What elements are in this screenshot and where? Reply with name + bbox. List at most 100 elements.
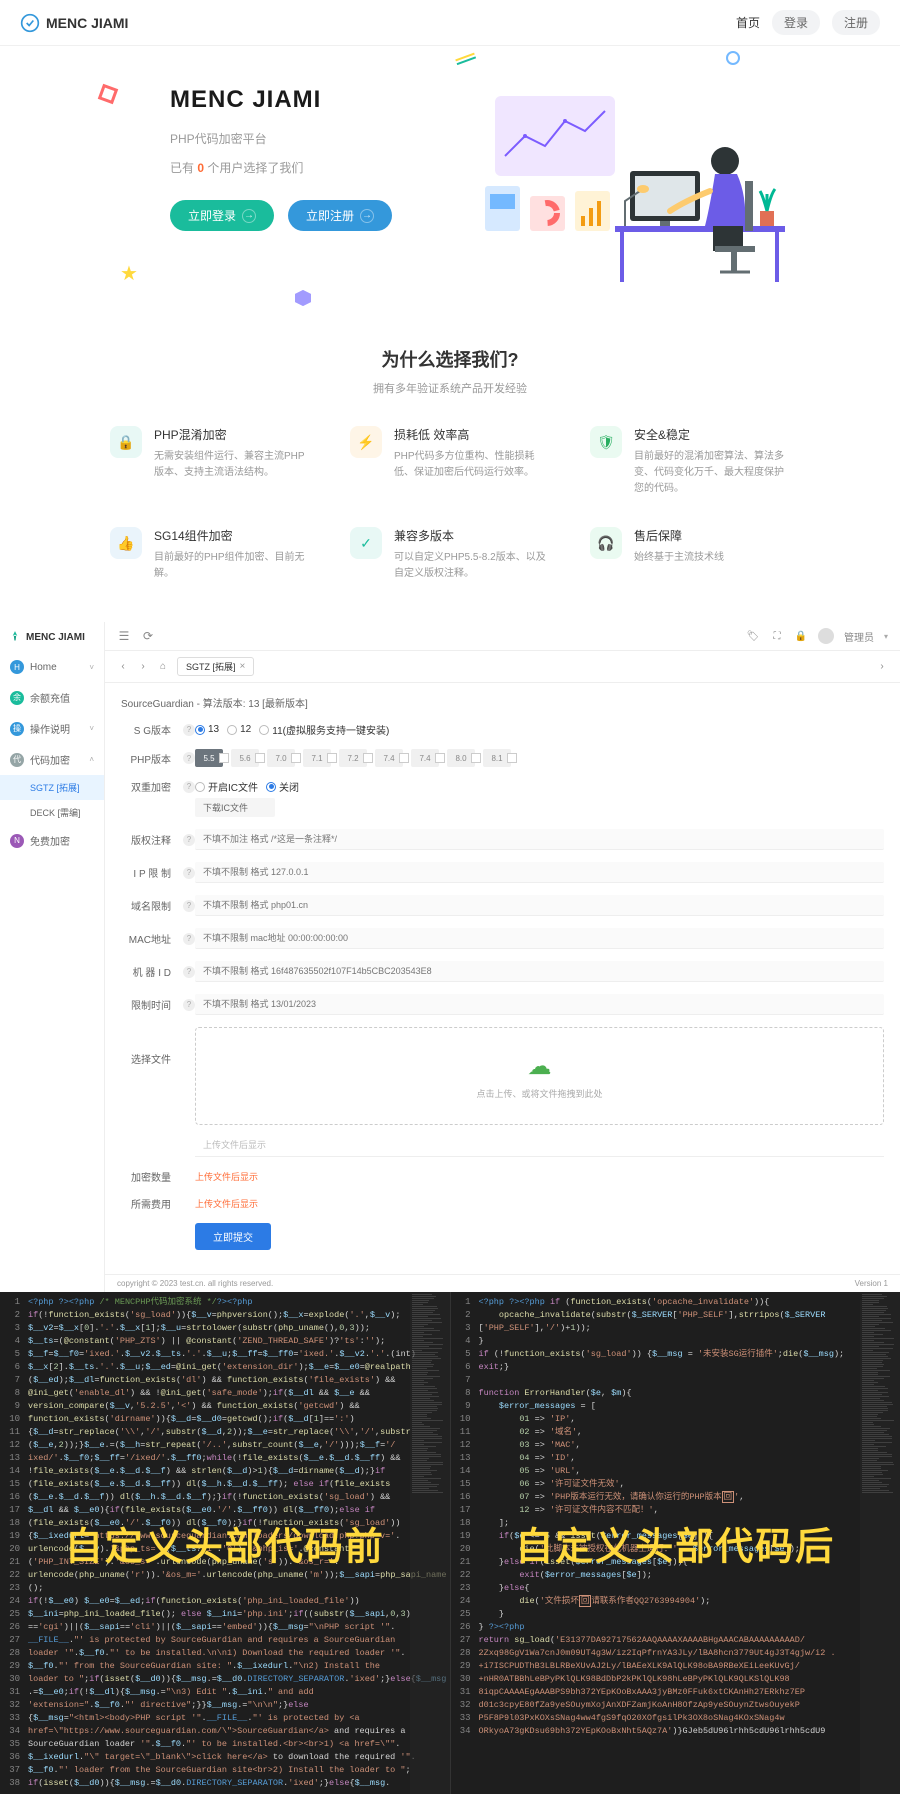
php-version-5.5[interactable]: 5.5 <box>195 749 223 767</box>
nav-home[interactable]: 首页 <box>736 14 760 31</box>
feature-desc: PHP代码多方位重构、性能损耗低、保证加密后代码运行效率。 <box>394 449 550 481</box>
code-body[interactable]: <?php ?><?php /* MENCPHP代码加密系统 */?><?php… <box>0 1292 450 1794</box>
bc-forward-icon[interactable]: › <box>137 661 149 673</box>
radio-sg-11(虚拟服务支持一键安装)[interactable]: 11(虚拟服务支持一键安装) <box>259 722 389 737</box>
php-version-7.4[interactable]: 7.4 <box>411 749 439 767</box>
deco-square-icon <box>98 84 119 105</box>
help-icon[interactable]: ? <box>183 724 195 736</box>
bc-next-icon[interactable]: › <box>876 661 888 673</box>
radio-sg-12[interactable]: 12 <box>227 724 251 735</box>
help-icon[interactable]: ? <box>183 900 195 912</box>
php-version-5.6[interactable]: 5.6 <box>231 749 259 767</box>
lock-icon[interactable]: 🔒 <box>794 629 808 643</box>
code-pane-before: 1234567891011121314151617181920212223242… <box>0 1292 451 1794</box>
person-desk-illustration <box>475 86 795 286</box>
radio-sg-13[interactable]: 13 <box>195 724 219 735</box>
bc-back-icon[interactable]: ‹ <box>117 661 129 673</box>
feature-title: 售后保障 <box>634 527 724 544</box>
row-copyright: 版权注释 ? <box>121 829 884 850</box>
register-button[interactable]: 立即注册 <box>288 200 392 231</box>
nav-register[interactable]: 注册 <box>832 10 880 35</box>
feature-title: SG14组件加密 <box>154 527 310 544</box>
machine-id-input[interactable] <box>195 961 884 982</box>
upload-zone[interactable]: ☁ 点击上传、或将文件拖拽到此处 <box>195 1027 884 1125</box>
php-version-7.4[interactable]: 7.4 <box>375 749 403 767</box>
hero-illustration <box>470 86 800 286</box>
sidebar-subitem[interactable]: DECK [需编] <box>0 800 104 825</box>
close-icon[interactable]: × <box>240 661 246 672</box>
sidebar-item[interactable]: 代代码加密˄ <box>0 744 104 775</box>
row-count: 加密数量 上传文件后显示 <box>121 1169 884 1184</box>
chevron-down-icon[interactable]: ▾ <box>884 632 888 641</box>
help-icon[interactable]: ? <box>183 752 195 764</box>
content-title: SourceGuardian - 算法版本: 13 [最新版本] <box>121 695 884 710</box>
help-icon[interactable]: ? <box>183 933 195 945</box>
menu-dot-icon: 余 <box>10 691 24 705</box>
sidebar-item-label: Home <box>30 662 57 673</box>
nav-login[interactable]: 登录 <box>772 10 820 35</box>
sidebar-item[interactable]: 操操作说明˅ <box>0 713 104 744</box>
help-icon[interactable]: ? <box>183 834 195 846</box>
ic-file-select[interactable]: 下载IC文件 <box>195 798 275 817</box>
menu-toggle-icon[interactable]: ☰ <box>117 629 131 643</box>
php-version-8.0[interactable]: 8.0 <box>447 749 475 767</box>
time-input[interactable] <box>195 994 884 1015</box>
admin-logo[interactable]: MENC JIAMI <box>0 622 104 652</box>
sidebar-item-label: 余额充值 <box>30 690 70 705</box>
sidebar-item[interactable]: 余余额充值 <box>0 682 104 713</box>
login-button[interactable]: 立即登录 <box>170 200 274 231</box>
feature-icon: 👍 <box>110 527 142 559</box>
tag-icon[interactable]: 🏷 <box>746 629 760 643</box>
submit-button[interactable]: 立即提交 <box>195 1223 271 1250</box>
help-icon[interactable]: ? <box>183 999 195 1011</box>
php-version-7.2[interactable]: 7.2 <box>339 749 367 767</box>
admin-sidebar: MENC JIAMI HHome˅余余额充值操操作说明˅代代码加密˄SGTZ [… <box>0 622 105 1292</box>
radio-ic-on[interactable]: 开启IC文件 <box>195 779 258 794</box>
features-grid: 🔒 PHP混淆加密无需安装组件运行、兼容主流PHP版本、支持主流语法结构。⚡ 损… <box>90 426 810 582</box>
user-label[interactable]: 管理员 <box>844 629 874 644</box>
php-version-7.0[interactable]: 7.0 <box>267 749 295 767</box>
deco-hex-icon <box>295 290 311 306</box>
brand-text: MENC JIAMI <box>46 15 128 31</box>
php-version-8.1[interactable]: 8.1 <box>483 749 511 767</box>
copyright-input[interactable] <box>195 829 884 850</box>
sidebar-item[interactable]: N免费加密 <box>0 825 104 856</box>
ip-input[interactable] <box>195 862 884 883</box>
row-ip: I P 限 制 ? <box>121 862 884 883</box>
domain-input[interactable] <box>195 895 884 916</box>
sidebar-item[interactable]: HHome˅ <box>0 652 104 682</box>
help-icon[interactable]: ? <box>183 781 195 793</box>
breadcrumb-tab[interactable]: SGTZ [拓展] × <box>177 657 254 676</box>
brand-logo[interactable]: MENC JIAMI <box>20 13 128 33</box>
sidebar-item-label: 免费加密 <box>30 833 70 848</box>
hero-left: MENC JIAMI PHP代码加密平台 已有 0 个用户选择了我们 立即登录 … <box>170 86 470 286</box>
avatar[interactable] <box>818 628 834 644</box>
menu-dot-icon: 操 <box>10 722 24 736</box>
feature-icon: 🔒 <box>110 426 142 458</box>
code-body[interactable]: <?php ?><?php if (function_exists('opcac… <box>451 1292 900 1742</box>
radio-ic-off[interactable]: 关闭 <box>266 779 299 794</box>
row-time: 限制时间 ? <box>121 994 884 1015</box>
feature-title: PHP混淆加密 <box>154 426 310 443</box>
upload-list: 上传文件后显示 <box>195 1133 884 1157</box>
help-icon[interactable]: ? <box>183 966 195 978</box>
php-version-7.1[interactable]: 7.1 <box>303 749 331 767</box>
footer-copyright: copyright © 2023 test.cn. all rights res… <box>117 1279 273 1288</box>
menu-dot-icon: H <box>10 660 24 674</box>
mac-input[interactable] <box>195 928 884 949</box>
sidebar-item-label: 代码加密 <box>30 752 70 767</box>
chevron-up-icon: ˄ <box>89 755 94 764</box>
encrypt-count-value: 上传文件后显示 <box>195 1170 258 1183</box>
feature-desc: 目前最好的混淆加密算法、算法多变、代码变化万千、最大程度保护您的代码。 <box>634 449 790 497</box>
help-icon[interactable]: ? <box>183 867 195 879</box>
expand-icon[interactable]: ⛶ <box>770 629 784 643</box>
topbar-left: ☰ ⟳ <box>117 629 155 643</box>
sidebar-subitem[interactable]: SGTZ [拓展] <box>0 775 104 800</box>
minimap[interactable] <box>410 1292 450 1794</box>
refresh-icon[interactable]: ⟳ <box>141 629 155 643</box>
admin-main: ☰ ⟳ 🏷 ⛶ 🔒 管理员 ▾ ‹ › ⌂ SGTZ [拓展] × › So <box>105 622 900 1292</box>
bc-home-icon[interactable]: ⌂ <box>157 661 169 673</box>
row-mac: MAC地址 ? <box>121 928 884 949</box>
minimap[interactable] <box>860 1292 900 1794</box>
row-double-encrypt: 双重加密 ? 开启IC文件 关闭 <box>121 779 884 794</box>
